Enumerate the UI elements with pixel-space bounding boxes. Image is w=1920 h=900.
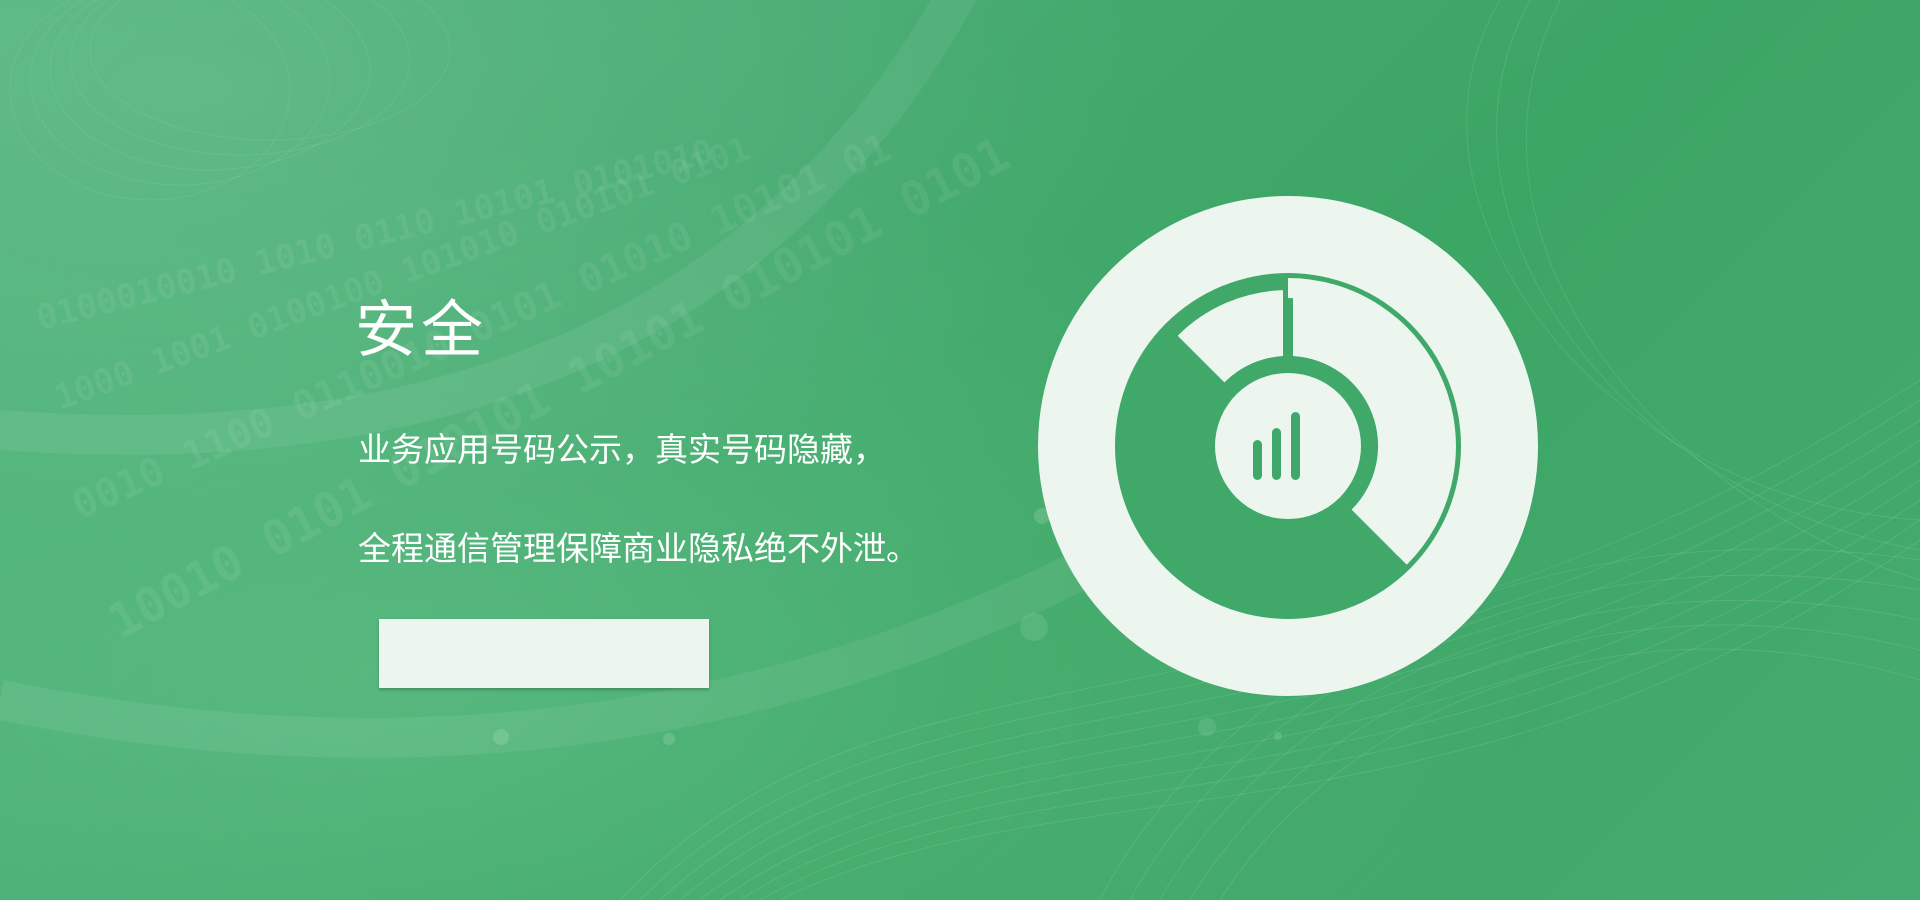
security-gauge-icon bbox=[1038, 196, 1538, 696]
cta-button[interactable] bbox=[379, 619, 709, 688]
hero-title: 安全 bbox=[355, 293, 488, 366]
hero-description-line-1: 业务应用号码公示，真实号码隐藏， bbox=[358, 430, 886, 469]
hero-banner: 0100010010 1010 0110 10101 0101010 1000 … bbox=[0, 0, 1920, 900]
background-pattern: 0100010010 1010 0110 10101 0101010 1000 … bbox=[0, 0, 1920, 900]
hero-description-line-2: 全程通信管理保障商业隐私绝不外泄。 bbox=[358, 529, 919, 568]
